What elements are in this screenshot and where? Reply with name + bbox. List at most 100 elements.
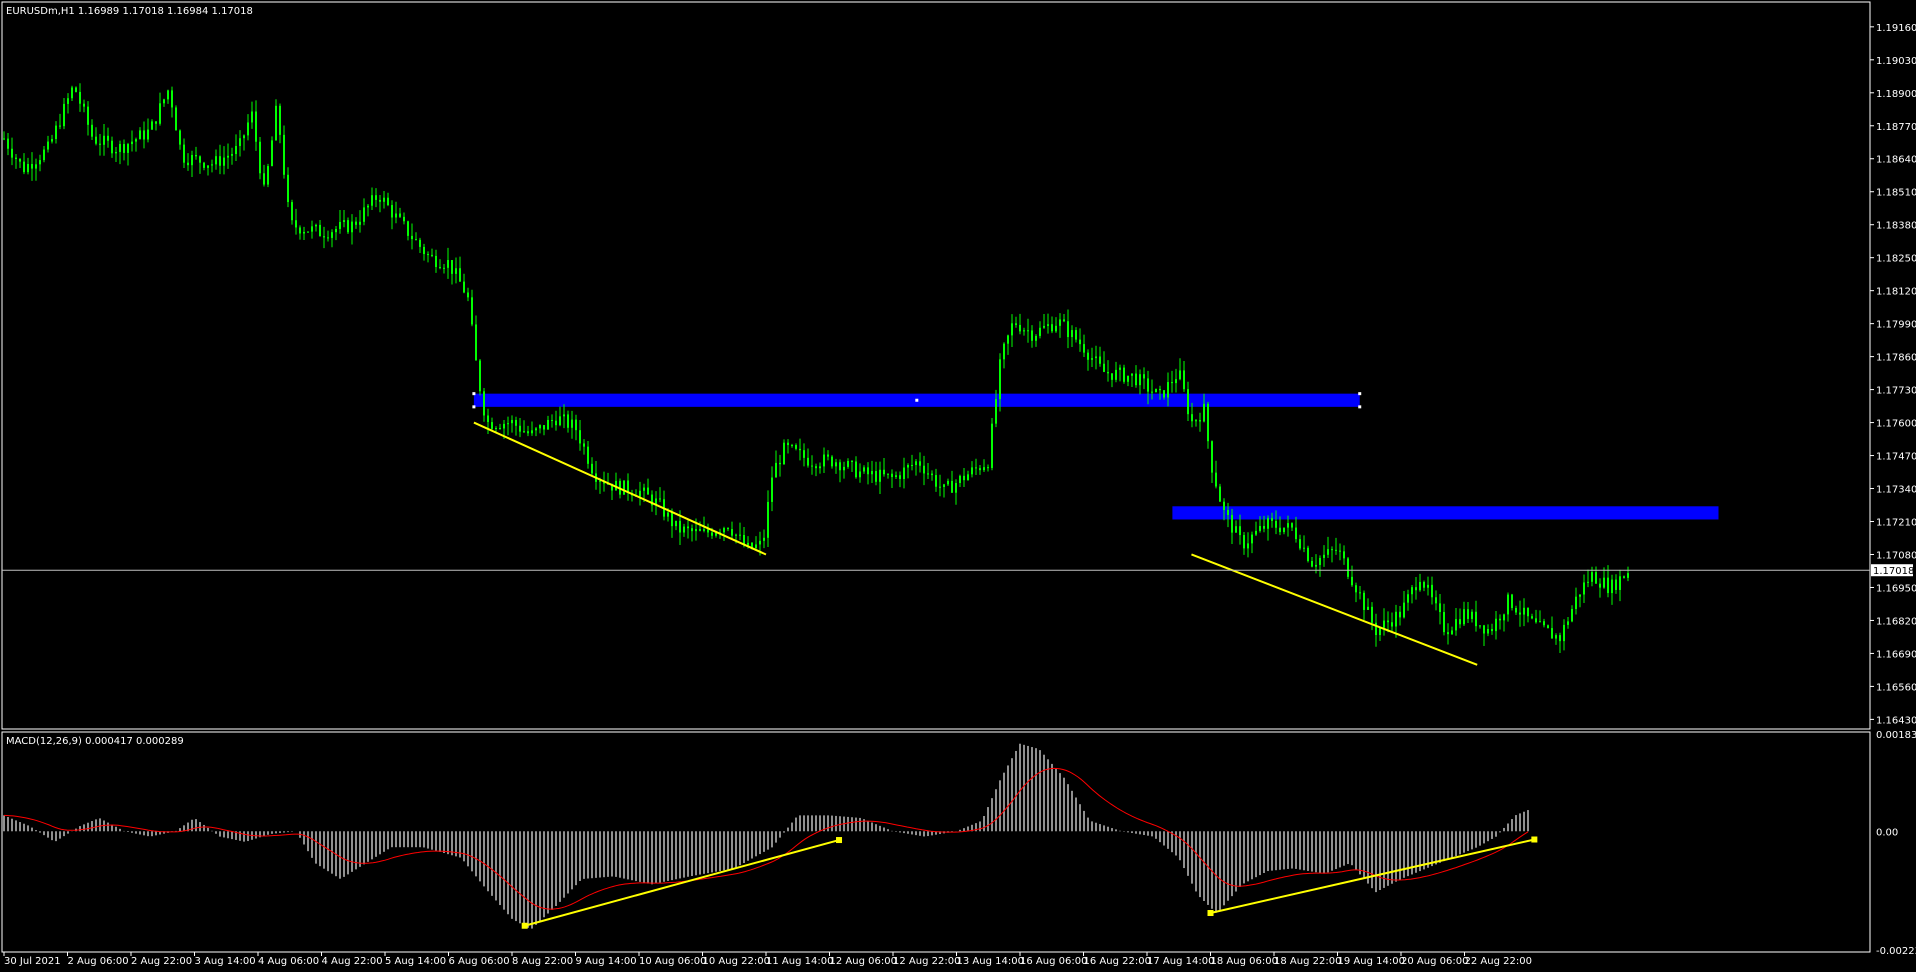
resistance-zone[interactable] bbox=[1172, 506, 1719, 520]
macd-panel-frame bbox=[1, 731, 1871, 953]
candle-body bbox=[903, 467, 905, 479]
candle-body bbox=[483, 391, 485, 416]
zone-handle[interactable] bbox=[472, 392, 476, 396]
candle-body bbox=[51, 139, 53, 142]
candle-body bbox=[895, 475, 897, 478]
candle-body bbox=[1271, 517, 1273, 521]
candle-body bbox=[347, 220, 349, 233]
candle-body bbox=[819, 466, 821, 469]
candle-body bbox=[387, 197, 389, 206]
candle-body bbox=[471, 297, 473, 325]
candle-body bbox=[1387, 620, 1389, 623]
candle-body bbox=[1047, 324, 1049, 326]
candle-body bbox=[1151, 391, 1153, 393]
candle-body bbox=[739, 534, 741, 536]
candle-body bbox=[179, 130, 181, 145]
candle-body bbox=[479, 360, 481, 392]
candle-body bbox=[135, 139, 137, 142]
candle-body bbox=[1359, 592, 1361, 594]
candle-body bbox=[1551, 628, 1553, 639]
candle-body bbox=[1167, 382, 1169, 398]
candle-body bbox=[1195, 420, 1197, 422]
candle-body bbox=[1079, 339, 1081, 345]
candle-body bbox=[1339, 550, 1341, 552]
candle-body bbox=[1003, 343, 1005, 360]
price-tick-label: 1.18510 bbox=[1876, 188, 1916, 199]
candle-body bbox=[139, 130, 141, 140]
candle-body bbox=[975, 467, 977, 469]
candle-body bbox=[283, 134, 285, 175]
candle-body bbox=[919, 461, 921, 466]
candle-body bbox=[475, 324, 477, 361]
candle-body bbox=[511, 419, 513, 424]
macd-tick-label: -0.002237 bbox=[1876, 946, 1916, 957]
candle-body bbox=[1251, 534, 1253, 544]
candle-body bbox=[575, 419, 577, 431]
candle-body bbox=[279, 105, 281, 135]
candle-body bbox=[1627, 573, 1629, 578]
candle-body bbox=[1427, 584, 1429, 588]
candle-body bbox=[1575, 596, 1577, 610]
candle-body bbox=[91, 124, 93, 137]
candle-body bbox=[1311, 560, 1313, 567]
trendline[interactable] bbox=[473, 421, 767, 556]
candle-body bbox=[59, 125, 61, 127]
candle-body bbox=[459, 268, 461, 282]
candle-body bbox=[251, 111, 253, 123]
candle-body bbox=[327, 237, 329, 239]
candle-body bbox=[131, 141, 133, 145]
candle-body bbox=[315, 224, 317, 227]
candle-body bbox=[1399, 611, 1401, 618]
candle-body bbox=[119, 144, 121, 153]
trendline[interactable] bbox=[1191, 553, 1478, 666]
candle-body bbox=[463, 281, 465, 293]
candle-body bbox=[1211, 441, 1213, 473]
candle-body bbox=[1063, 319, 1065, 322]
candle-body bbox=[887, 473, 889, 475]
candle-body bbox=[831, 456, 833, 467]
price-tick-label: 1.17210 bbox=[1876, 518, 1916, 529]
trendline-handle[interactable] bbox=[521, 922, 528, 929]
candle-body bbox=[507, 423, 509, 425]
trading-chart[interactable]: 1.19160 1.19030 1.18900 1.18770 1.18640 1.185… bbox=[0, 0, 1916, 972]
candle-body bbox=[343, 220, 345, 222]
candle-body bbox=[235, 145, 237, 155]
trendline-handle[interactable] bbox=[836, 837, 843, 844]
candle-body bbox=[303, 231, 305, 234]
candle-body bbox=[455, 268, 457, 274]
candle-body bbox=[1343, 551, 1345, 559]
candle-body bbox=[879, 469, 881, 482]
zone-handle[interactable] bbox=[1358, 392, 1362, 396]
candle-body bbox=[111, 140, 113, 154]
candle-body bbox=[1175, 379, 1177, 384]
candle-body bbox=[167, 90, 169, 100]
resistance-zones[interactable] bbox=[472, 392, 1719, 520]
candle-body bbox=[1203, 403, 1205, 422]
candle-body bbox=[579, 430, 581, 444]
price-tick-label: 1.19030 bbox=[1876, 56, 1916, 67]
candle-body bbox=[531, 430, 533, 434]
trendline-handle[interactable] bbox=[1207, 910, 1214, 917]
zone-handle[interactable] bbox=[472, 405, 476, 409]
candle-body bbox=[1431, 584, 1433, 598]
price-tick-label: 1.17860 bbox=[1876, 353, 1916, 364]
price-tick-label: 1.17600 bbox=[1876, 419, 1916, 430]
candle-body bbox=[639, 490, 641, 497]
candle-body bbox=[67, 98, 69, 104]
candle-body bbox=[211, 164, 213, 166]
candle-body bbox=[227, 155, 229, 158]
zone-handle[interactable] bbox=[915, 398, 919, 402]
candle-body bbox=[363, 207, 365, 222]
candle-body bbox=[1031, 330, 1033, 341]
candle-body bbox=[1419, 581, 1421, 591]
time-tick-label: 22 Aug 22:00 bbox=[1465, 956, 1532, 967]
trendline-handle[interactable] bbox=[1531, 836, 1538, 843]
candle-body bbox=[1191, 414, 1193, 422]
candle-body bbox=[1491, 628, 1493, 632]
price-tick-label: 1.16950 bbox=[1876, 583, 1916, 594]
candle-body bbox=[1123, 367, 1125, 382]
zone-handle[interactable] bbox=[1358, 405, 1362, 409]
candle-body bbox=[31, 164, 33, 169]
candle-body bbox=[535, 428, 537, 431]
candle-body bbox=[723, 528, 725, 533]
